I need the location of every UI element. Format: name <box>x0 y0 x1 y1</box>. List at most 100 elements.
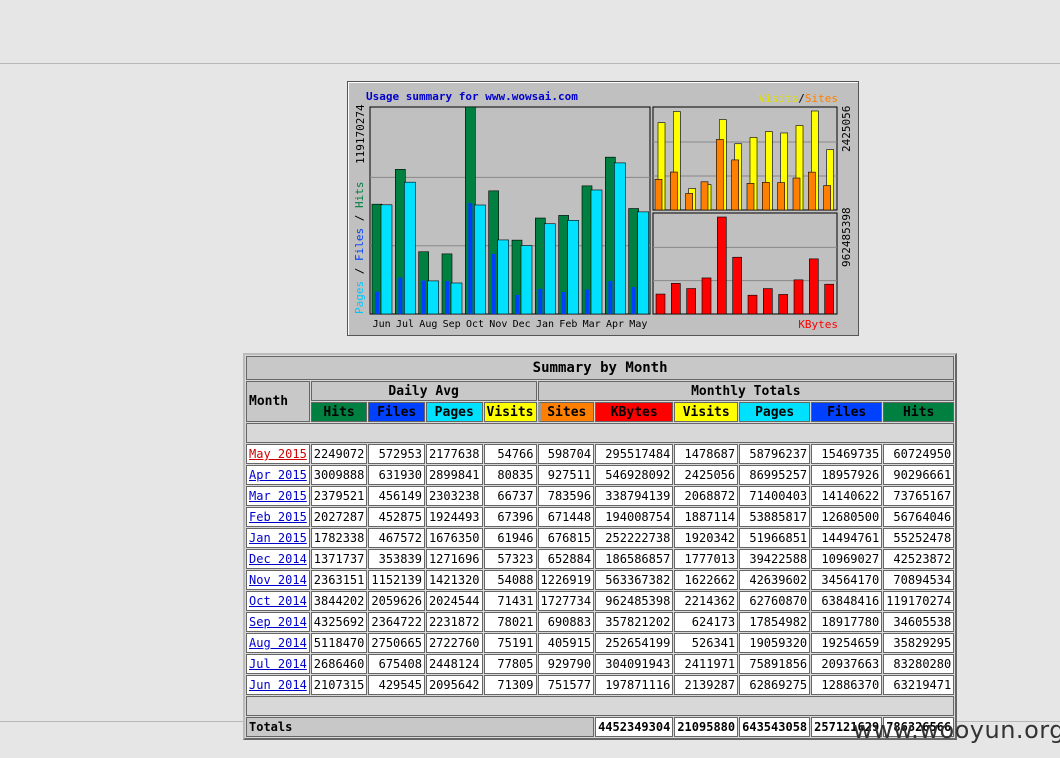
value-cell: 304091943 <box>595 654 674 674</box>
value-cell: 1887114 <box>674 507 739 527</box>
left-y-axis-label: Pages / Files / Hits <box>353 182 366 315</box>
value-cell: 14494761 <box>811 528 883 548</box>
table-row: Jul 2014 2686460 675408 2448124 77805 929790 3… <box>246 654 955 674</box>
watermark: www.wooyun.org <box>853 716 1060 744</box>
bar-sites-May <box>823 185 831 211</box>
month-cell: Jan 2015 <box>246 528 310 548</box>
value-cell: 2095642 <box>425 675 483 695</box>
month-header: Month <box>246 381 310 422</box>
value-cell: 526341 <box>674 633 739 653</box>
table-row: Jun 2014 2107315 429545 2095642 71309 751577 1… <box>246 675 955 695</box>
month-cell: Feb 2015 <box>246 507 310 527</box>
x-tick-label: Dec <box>513 319 531 330</box>
value-cell: 927511 <box>537 465 595 485</box>
value-cell: 83280280 <box>883 654 955 674</box>
month-link[interactable]: Nov 2014 <box>249 573 307 587</box>
value-cell: 12680500 <box>811 507 883 527</box>
value-cell: 690883 <box>537 612 595 632</box>
legend-sites: Sites <box>805 92 838 105</box>
value-cell: 751577 <box>537 675 595 695</box>
table-title: Summary by Month <box>246 356 955 380</box>
x-tick-label: Jan <box>536 319 554 330</box>
month-link[interactable]: Mar 2015 <box>249 489 307 503</box>
month-link[interactable]: Feb 2015 <box>249 510 307 524</box>
value-cell: 54766 <box>483 444 537 464</box>
value-cell: 631930 <box>368 465 425 485</box>
table-row: Jan 2015 1782338 467572 1676350 61946 676815 2… <box>246 528 955 548</box>
table-row: Dec 2014 1371737 353839 1271696 57323 652884 1… <box>246 549 955 569</box>
legend-visits: Visits <box>759 92 799 105</box>
usage-chart-svg: Usage summary for www.wowsai.com Visits/… <box>353 90 853 331</box>
value-cell: 63848416 <box>811 591 883 611</box>
month-link[interactable]: Dec 2014 <box>249 552 307 566</box>
bar-kbytes-Dec <box>747 294 758 315</box>
separator-row <box>246 423 955 443</box>
column-header-files: Files <box>811 402 883 422</box>
table-row: Feb 2015 2027287 452875 1924493 67396 671448 1… <box>246 507 955 527</box>
month-link[interactable]: Oct 2014 <box>249 594 307 608</box>
value-cell: 53885817 <box>739 507 811 527</box>
bar-files-Apr <box>608 281 613 314</box>
month-link[interactable]: Jun 2014 <box>249 678 307 692</box>
left-y-max-label: 119170274 <box>354 104 367 164</box>
month-link[interactable]: Jan 2015 <box>249 531 307 545</box>
bar-pages-Feb <box>567 220 579 315</box>
ylabel-files: Files <box>353 228 366 261</box>
left-panel <box>369 106 651 315</box>
value-cell: 676815 <box>537 528 595 548</box>
bar-kbytes-Apr <box>809 258 819 315</box>
value-cell: 546928092 <box>595 465 674 485</box>
x-tick-label: Aug <box>419 319 437 330</box>
value-cell: 61946 <box>483 528 537 548</box>
column-header-files: Files <box>368 402 425 422</box>
month-link[interactable]: Aug 2014 <box>249 636 307 650</box>
value-cell: 17854982 <box>739 612 811 632</box>
value-cell: 18917780 <box>811 612 883 632</box>
visits-sites-legend: Visits/Sites <box>759 92 839 105</box>
value-cell: 14140622 <box>811 486 883 506</box>
month-link[interactable]: Jul 2014 <box>249 657 307 671</box>
table-row: Oct 2014 3844202 2059626 2024544 71431 172773… <box>246 591 955 611</box>
value-cell: 34564170 <box>811 570 883 590</box>
value-cell: 34605538 <box>883 612 955 632</box>
value-cell: 12886370 <box>811 675 883 695</box>
month-link[interactable]: May 2015 <box>249 447 307 461</box>
value-cell: 563367382 <box>595 570 674 590</box>
usage-chart: Usage summary for www.wowsai.com Visits/… <box>347 81 859 336</box>
month-cell: Aug 2014 <box>246 633 310 653</box>
value-cell: 2303238 <box>425 486 483 506</box>
value-cell: 86995257 <box>739 465 811 485</box>
bar-pages-Oct <box>474 204 486 315</box>
bar-kbytes-Jun <box>655 293 666 315</box>
value-cell: 90296661 <box>883 465 955 485</box>
value-cell: 2411971 <box>674 654 739 674</box>
total-cell: 21095880 <box>674 717 739 737</box>
value-cell: 1676350 <box>425 528 483 548</box>
value-cell: 1271696 <box>425 549 483 569</box>
month-cell: Jul 2014 <box>246 654 310 674</box>
value-cell: 2139287 <box>674 675 739 695</box>
value-cell: 2448124 <box>425 654 483 674</box>
summary-by-month-table: Summary by Month Month Daily Avg Monthly… <box>243 353 958 740</box>
total-cell: 643543058 <box>739 717 811 737</box>
bar-kbytes-May <box>824 283 834 315</box>
value-cell: 2899841 <box>425 465 483 485</box>
top-divider <box>0 63 1060 64</box>
bar-kbytes-Feb <box>778 294 788 315</box>
bar-kbytes-Jul <box>671 283 681 315</box>
value-cell: 405915 <box>537 633 595 653</box>
bar-files-Feb <box>561 291 566 314</box>
value-cell: 2363151 <box>310 570 368 590</box>
bar-sites-Oct <box>716 139 724 211</box>
month-cell: May 2015 <box>246 444 310 464</box>
bar-pages-Jul <box>404 181 416 315</box>
month-link[interactable]: Sep 2014 <box>249 615 307 629</box>
value-cell: 197871116 <box>595 675 674 695</box>
value-cell: 42639602 <box>739 570 811 590</box>
column-header-hits: Hits <box>310 402 368 422</box>
bar-sites-Dec <box>746 183 755 211</box>
month-cell: Mar 2015 <box>246 486 310 506</box>
value-cell: 58796237 <box>739 444 811 464</box>
value-cell: 60724950 <box>883 444 955 464</box>
month-link[interactable]: Apr 2015 <box>249 468 307 482</box>
